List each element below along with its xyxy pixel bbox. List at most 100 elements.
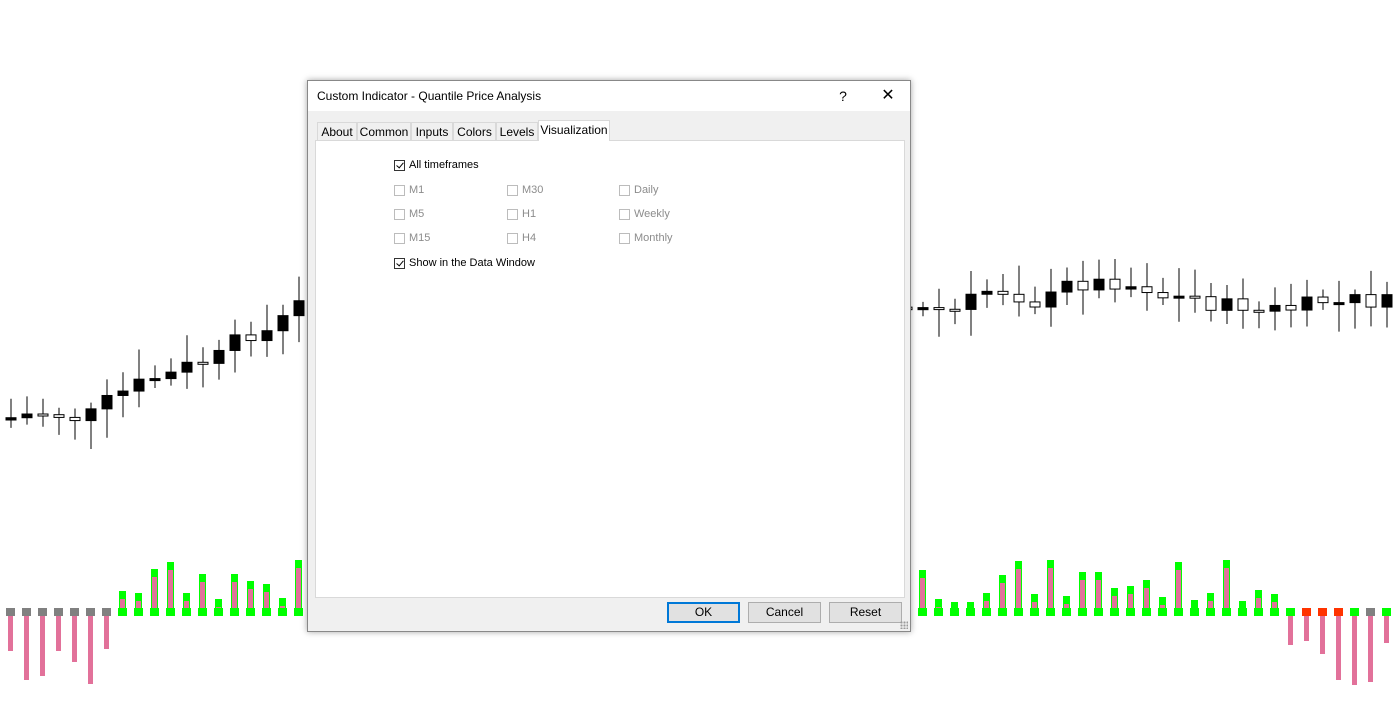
hist-marker [86,608,95,616]
close-button[interactable]: ✕ [874,85,902,107]
candle-body [1253,309,1265,313]
hist-marker [934,608,943,616]
hist-bar-pink [1000,583,1005,608]
checkbox-label: M15 [409,232,431,244]
tab-levels[interactable]: Levels [496,122,538,140]
hist-marker [134,608,143,616]
checkbox-box[interactable] [394,232,405,244]
tab-common[interactable]: Common [357,122,411,140]
hist-marker [1158,608,1167,616]
hist-marker [70,608,79,616]
checkbox-box[interactable] [507,184,518,196]
checkbox-box[interactable] [507,232,518,244]
hist-bar-up [967,602,974,608]
checkbox-label: M1 [409,184,425,196]
hist-bar-pink [296,568,301,608]
candle-body [933,307,945,311]
hist-bar-down [1384,616,1389,643]
hist-marker [1350,608,1359,616]
hist-bar-pink [1016,569,1021,608]
tab-visualization[interactable]: Visualization [538,120,610,141]
timeframe-checkbox-monthly[interactable]: Monthly [619,232,673,244]
tab-about[interactable]: About [317,122,357,140]
all-timeframes-checkbox[interactable]: All timeframes [394,159,479,171]
hist-marker [38,608,47,616]
candle-body [1173,295,1185,299]
hist-bar-pink [280,606,285,608]
checkbox-box[interactable] [619,184,630,196]
timeframe-checkbox-m15[interactable]: M15 [394,232,430,244]
hist-bar-pink [1160,605,1165,608]
timeframe-checkbox-weekly[interactable]: Weekly [619,208,670,220]
hist-marker [1046,608,1055,616]
hist-marker [278,608,287,616]
hist-bar-pink [1176,570,1181,608]
hist-bar-pink [920,578,925,608]
timeframe-checkbox-m1[interactable]: M1 [394,184,424,196]
candle-body [981,290,993,295]
timeframe-checkbox-m5[interactable]: M5 [394,208,424,220]
candle-body [1365,294,1377,308]
candle-body [69,416,81,422]
hist-bar-up [215,599,222,608]
candle-body [53,414,65,418]
candle-body [229,334,241,351]
hist-bar-down [56,616,61,651]
timeframe-checkbox-h1[interactable]: H1 [507,208,536,220]
timeframe-checkbox-h4[interactable]: H4 [507,232,536,244]
candle-body [197,361,209,365]
candle-body [293,300,305,317]
hist-marker [1094,608,1103,616]
data-window-checkbox[interactable]: Show in the Data Window [394,257,535,269]
checkbox-box[interactable] [619,232,630,244]
tab-inputs[interactable]: Inputs [411,122,453,140]
candle-body [1061,280,1073,293]
hist-bar-down [1352,616,1357,685]
dialog-titlebar[interactable]: Custom Indicator - Quantile Price Analys… [308,81,910,111]
checkbox-box[interactable] [619,208,630,220]
checkbox-box[interactable] [507,208,518,220]
candle-body [1189,295,1201,299]
hist-marker [294,608,303,616]
candle-body [117,390,129,396]
candle-body [5,417,17,421]
hist-bar-pink [1256,598,1261,608]
hist-marker [22,608,31,616]
ok-button[interactable]: OK [667,602,740,623]
hist-marker [1382,608,1391,616]
candle-body [1045,291,1057,308]
checkbox-box[interactable] [394,257,405,269]
hist-marker [182,608,191,616]
candle-body [85,408,97,422]
checkbox-label: H4 [522,232,537,244]
hist-marker [1302,608,1311,616]
hist-marker [966,608,975,616]
checkbox-label: M5 [409,208,425,220]
hist-bar-down [1368,616,1373,682]
hist-bar-pink [152,577,157,608]
cancel-button[interactable]: Cancel [748,602,821,623]
candle-body [1301,296,1313,311]
candle-body [965,293,977,310]
hist-bar-down [104,616,109,649]
hist-marker [118,608,127,616]
hist-bar-pink [984,601,989,608]
checkbox-label: H1 [522,208,537,220]
hist-bar-pink [1144,588,1149,608]
checkbox-box[interactable] [394,184,405,196]
timeframe-checkbox-m30[interactable]: M30 [507,184,543,196]
hist-bar-pink [200,582,205,608]
checkbox-label: Daily [634,184,659,196]
tab-colors[interactable]: Colors [453,122,496,140]
help-button[interactable]: ? [832,85,854,107]
resize-grip-icon[interactable] [900,621,908,629]
hist-bar-down [1288,616,1293,645]
timeframe-checkbox-daily[interactable]: Daily [619,184,658,196]
checkbox-box[interactable] [394,208,405,220]
dialog-title: Custom Indicator - Quantile Price Analys… [317,89,542,103]
checkbox-box[interactable] [394,159,405,171]
hist-bar-pink [1032,602,1037,608]
hist-marker [1206,608,1215,616]
hist-bar-up [951,602,958,608]
reset-button[interactable]: Reset [829,602,902,623]
